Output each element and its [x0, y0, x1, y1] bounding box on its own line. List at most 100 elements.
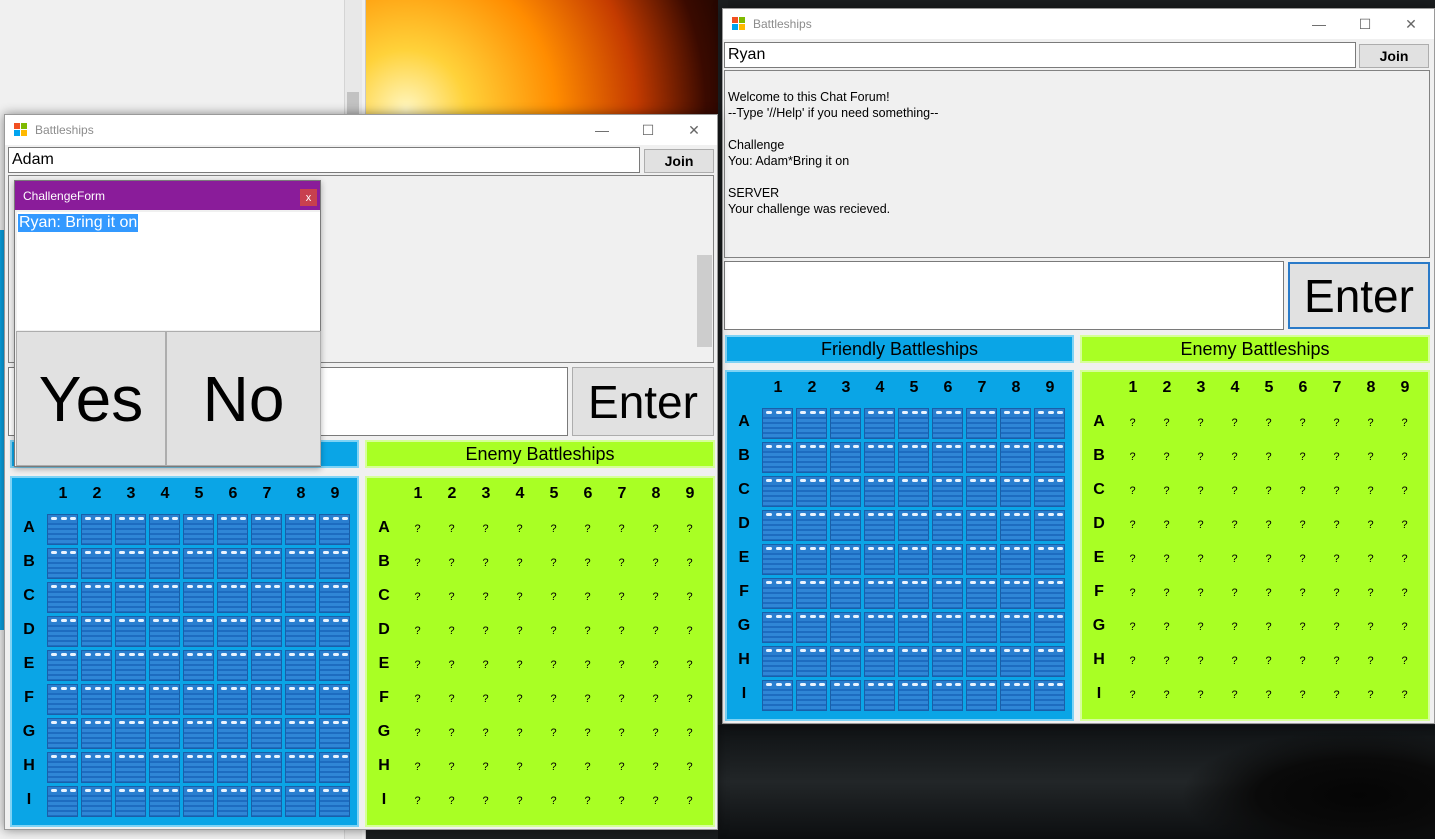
water-tile-icon[interactable] — [251, 650, 282, 681]
water-tile-icon[interactable] — [796, 578, 827, 609]
water-tile-icon[interactable] — [1000, 680, 1031, 711]
water-tile-icon[interactable] — [183, 514, 214, 545]
water-tile-icon[interactable] — [319, 582, 350, 613]
enemy-cell[interactable]: ? — [1355, 680, 1386, 711]
water-tile-icon[interactable] — [81, 514, 112, 545]
water-tile-icon[interactable] — [830, 510, 861, 541]
water-tile-icon[interactable] — [183, 786, 214, 817]
enemy-cell[interactable]: ? — [1355, 510, 1386, 541]
enemy-cell[interactable]: ? — [606, 548, 637, 579]
enemy-cell[interactable]: ? — [1321, 544, 1352, 575]
enemy-cell[interactable]: ? — [640, 650, 671, 681]
enemy-cell[interactable]: ? — [504, 786, 535, 817]
enemy-cell[interactable]: ? — [504, 684, 535, 715]
enemy-cell[interactable]: ? — [1219, 442, 1250, 473]
water-tile-icon[interactable] — [966, 646, 997, 677]
water-tile-icon[interactable] — [966, 544, 997, 575]
water-tile-icon[interactable] — [251, 684, 282, 715]
water-tile-icon[interactable] — [47, 616, 78, 647]
enemy-cell[interactable]: ? — [504, 718, 535, 749]
water-tile-icon[interactable] — [864, 646, 895, 677]
water-tile-icon[interactable] — [251, 752, 282, 783]
water-tile-icon[interactable] — [149, 514, 180, 545]
enemy-cell[interactable]: ? — [1321, 476, 1352, 507]
water-tile-icon[interactable] — [864, 408, 895, 439]
water-tile-icon[interactable] — [898, 578, 929, 609]
water-tile-icon[interactable] — [762, 578, 793, 609]
enemy-cell[interactable]: ? — [504, 514, 535, 545]
water-tile-icon[interactable] — [81, 616, 112, 647]
water-tile-icon[interactable] — [47, 514, 78, 545]
water-tile-icon[interactable] — [932, 578, 963, 609]
water-tile-icon[interactable] — [762, 544, 793, 575]
water-tile-icon[interactable] — [1000, 408, 1031, 439]
enter-button[interactable]: Enter — [572, 367, 714, 436]
enemy-cell[interactable]: ? — [1253, 578, 1284, 609]
enemy-cell[interactable]: ? — [572, 616, 603, 647]
enemy-cell[interactable]: ? — [572, 752, 603, 783]
enemy-cell[interactable]: ? — [1253, 612, 1284, 643]
water-tile-icon[interactable] — [285, 616, 316, 647]
water-tile-icon[interactable] — [217, 718, 248, 749]
enemy-cell[interactable]: ? — [572, 718, 603, 749]
minimize-icon[interactable]: — — [1296, 9, 1342, 39]
water-tile-icon[interactable] — [319, 616, 350, 647]
water-tile-icon[interactable] — [319, 684, 350, 715]
enemy-cell[interactable]: ? — [402, 548, 433, 579]
water-tile-icon[interactable] — [217, 650, 248, 681]
water-tile-icon[interactable] — [1034, 578, 1065, 609]
water-tile-icon[interactable] — [966, 680, 997, 711]
enemy-cell[interactable]: ? — [538, 650, 569, 681]
enemy-cell[interactable]: ? — [538, 786, 569, 817]
water-tile-icon[interactable] — [1034, 442, 1065, 473]
water-tile-icon[interactable] — [115, 786, 146, 817]
enemy-cell[interactable]: ? — [1355, 578, 1386, 609]
water-tile-icon[interactable] — [81, 548, 112, 579]
enemy-cell[interactable]: ? — [1151, 646, 1182, 677]
chat-scrollbar[interactable] — [696, 177, 713, 362]
enemy-cell[interactable]: ? — [1389, 544, 1420, 575]
enemy-cell[interactable]: ? — [538, 752, 569, 783]
water-tile-icon[interactable] — [864, 544, 895, 575]
enemy-cell[interactable]: ? — [674, 650, 705, 681]
enemy-cell[interactable]: ? — [1185, 612, 1216, 643]
water-tile-icon[interactable] — [285, 752, 316, 783]
enemy-cell[interactable]: ? — [470, 582, 501, 613]
enemy-cell[interactable]: ? — [674, 718, 705, 749]
water-tile-icon[interactable] — [149, 650, 180, 681]
enemy-cell[interactable]: ? — [1117, 442, 1148, 473]
water-tile-icon[interactable] — [864, 612, 895, 643]
enemy-cell[interactable]: ? — [674, 684, 705, 715]
water-tile-icon[interactable] — [966, 442, 997, 473]
water-tile-icon[interactable] — [1034, 612, 1065, 643]
join-button[interactable]: Join — [644, 149, 714, 173]
water-tile-icon[interactable] — [898, 544, 929, 575]
water-tile-icon[interactable] — [966, 510, 997, 541]
enemy-cell[interactable]: ? — [470, 514, 501, 545]
enemy-cell[interactable]: ? — [538, 718, 569, 749]
water-tile-icon[interactable] — [183, 650, 214, 681]
enemy-cell[interactable]: ? — [504, 650, 535, 681]
enemy-cell[interactable]: ? — [1355, 544, 1386, 575]
enemy-cell[interactable]: ? — [1287, 612, 1318, 643]
enemy-cell[interactable]: ? — [1219, 646, 1250, 677]
no-button[interactable]: No — [166, 331, 321, 466]
enemy-cell[interactable]: ? — [504, 616, 535, 647]
enemy-cell[interactable]: ? — [470, 616, 501, 647]
enemy-cell[interactable]: ? — [640, 786, 671, 817]
water-tile-icon[interactable] — [319, 650, 350, 681]
water-tile-icon[interactable] — [864, 510, 895, 541]
water-tile-icon[interactable] — [47, 786, 78, 817]
enemy-cell[interactable]: ? — [1185, 578, 1216, 609]
water-tile-icon[interactable] — [149, 548, 180, 579]
water-tile-icon[interactable] — [47, 752, 78, 783]
water-tile-icon[interactable] — [149, 684, 180, 715]
enemy-cell[interactable]: ? — [674, 514, 705, 545]
enemy-cell[interactable]: ? — [1219, 408, 1250, 439]
water-tile-icon[interactable] — [966, 408, 997, 439]
water-tile-icon[interactable] — [251, 718, 282, 749]
water-tile-icon[interactable] — [830, 408, 861, 439]
enemy-cell[interactable]: ? — [1287, 680, 1318, 711]
enemy-cell[interactable]: ? — [504, 752, 535, 783]
enemy-cell[interactable]: ? — [1253, 408, 1284, 439]
